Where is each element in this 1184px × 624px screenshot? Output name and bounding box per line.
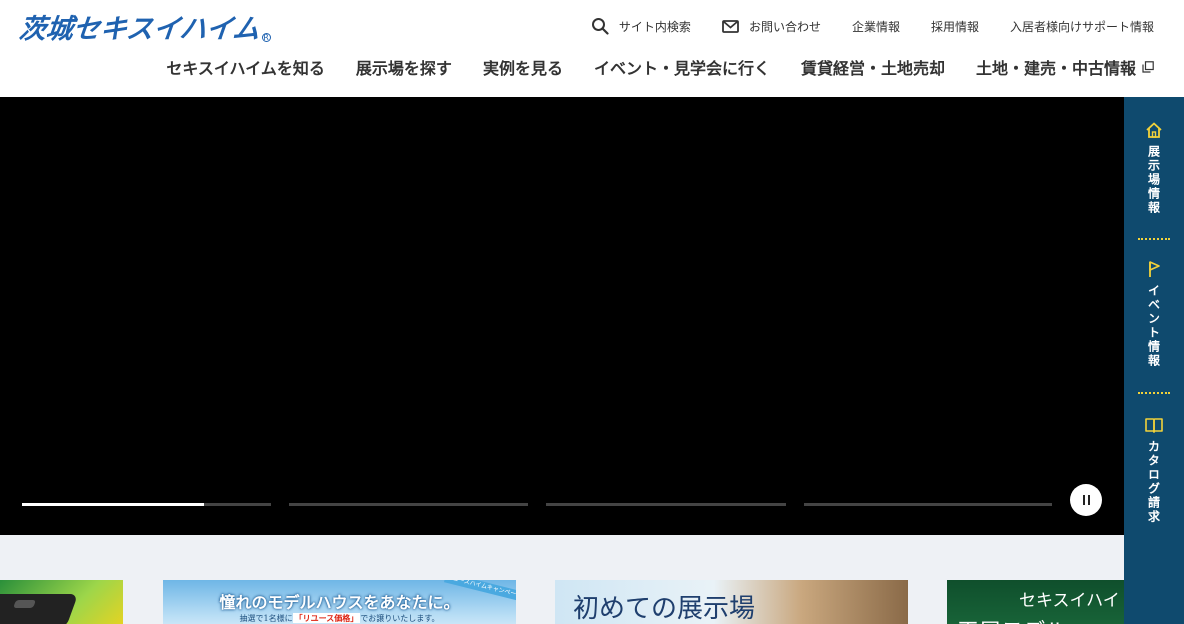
side-event-info[interactable]: イベント情報 — [1124, 260, 1184, 368]
site-header: 茨城セキスイハイム R サイト内検索 お問い合わせ 企業情報 採用情報 入居者様… — [0, 0, 1184, 97]
util-site-search[interactable]: サイト内検索 — [591, 17, 691, 35]
banner-sub-text: でお譲りいたします。 — [360, 614, 440, 623]
nav-label: 展示場を探す — [355, 59, 452, 78]
pause-button[interactable] — [1070, 484, 1102, 516]
side-label: イベント情報 — [1146, 284, 1161, 368]
external-link-icon — [1142, 61, 1154, 73]
logo-text: 茨城セキスイハイム — [17, 14, 262, 45]
banner-subtitle: 平屋モデル — [957, 614, 1067, 624]
banner-hiraya-model[interactable]: セキスイハイ 平屋モデル — [947, 580, 1124, 624]
util-label: サイト内検索 — [618, 19, 691, 34]
banner-title: セキスイハイ — [1019, 591, 1120, 611]
banner-hot-plate[interactable] — [0, 580, 123, 624]
slide-progress-3[interactable] — [546, 503, 786, 506]
util-label: 採用情報 — [930, 19, 979, 34]
utility-nav: サイト内検索 お問い合わせ 企業情報 採用情報 入居者様向けサポート情報 — [591, 16, 1154, 36]
flag-icon — [1149, 261, 1160, 277]
home-icon — [1146, 122, 1162, 138]
nav-label: セキスイハイムを知る — [166, 59, 325, 78]
banner-carousel: リユースハイムキャンペーン 憧れのモデルハウスをあなたに。 抽選で1名様に 「リユ… — [0, 535, 1124, 624]
slide-progress-1[interactable] — [22, 503, 271, 506]
util-recruit[interactable]: 採用情報 — [931, 18, 979, 35]
side-showroom-info[interactable]: 展示場情報 — [1124, 121, 1184, 215]
banner-title: 初めての展示場 — [573, 594, 756, 624]
progress-fill — [22, 503, 204, 506]
slide-progress-4[interactable] — [804, 503, 1052, 506]
util-label: お問い合わせ — [748, 19, 821, 34]
main-nav: セキスイハイムを知る 展示場を探す 実例を見る イベント・見学会に行く 賃貸経営… — [166, 56, 1154, 78]
search-icon — [591, 18, 609, 35]
util-contact[interactable]: お問い合わせ — [722, 18, 821, 35]
nav-label: 賃貸経営・土地売却 — [800, 59, 945, 78]
pause-icon — [1082, 495, 1085, 505]
side-label: 展示場情報 — [1146, 145, 1161, 215]
util-label: 入居者様向けサポート情報 — [1009, 19, 1154, 34]
nav-label: 土地・建売・中古情報 — [975, 59, 1136, 78]
nav-showroom[interactable]: 展示場を探す — [356, 55, 452, 79]
banner-first-showroom[interactable]: 初めての展示場 — [555, 580, 908, 624]
nav-events[interactable]: イベント・見学会に行く — [594, 55, 770, 79]
hero-slider — [0, 97, 1124, 535]
nav-rental[interactable]: 賃貸経営・土地売却 — [801, 55, 945, 79]
book-icon — [1145, 418, 1163, 433]
side-label: カタログ請求 — [1146, 440, 1161, 524]
banner-reuse-model-house[interactable]: リユースハイムキャンペーン 憧れのモデルハウスをあなたに。 抽選で1名様に 「リユ… — [163, 580, 516, 624]
side-nav: 展示場情報 イベント情報 カタログ請求 — [1124, 97, 1184, 624]
banner-sub-text: 抽選で1名様に — [239, 614, 293, 623]
side-divider — [1138, 392, 1170, 394]
banner-title: 憧れのモデルハウスをあなたに。 — [219, 593, 460, 612]
nav-label: イベント・見学会に行く — [593, 59, 770, 78]
mail-icon — [722, 19, 739, 33]
side-catalog-request[interactable]: カタログ請求 — [1124, 416, 1184, 524]
nav-examples[interactable]: 実例を見る — [483, 55, 563, 79]
util-label: 企業情報 — [851, 19, 900, 34]
hot-plate-image — [0, 594, 79, 624]
banner-subtitle: 抽選で1名様に 「リユース価格」 でお譲りいたします。 — [163, 613, 516, 624]
registered-mark-icon: R — [261, 33, 271, 42]
nav-about[interactable]: セキスイハイムを知る — [166, 55, 325, 79]
nav-land-info[interactable]: 土地・建売・中古情報 — [976, 55, 1154, 79]
side-divider — [1138, 238, 1170, 240]
banner-sub-highlight: 「リユース価格」 — [292, 613, 361, 623]
pause-icon — [1087, 495, 1090, 505]
site-logo[interactable]: 茨城セキスイハイム R — [17, 12, 271, 48]
util-company[interactable]: 企業情報 — [852, 18, 900, 35]
nav-label: 実例を見る — [482, 59, 563, 78]
slide-progress-2[interactable] — [289, 503, 528, 506]
util-resident-support[interactable]: 入居者様向けサポート情報 — [1010, 18, 1154, 35]
